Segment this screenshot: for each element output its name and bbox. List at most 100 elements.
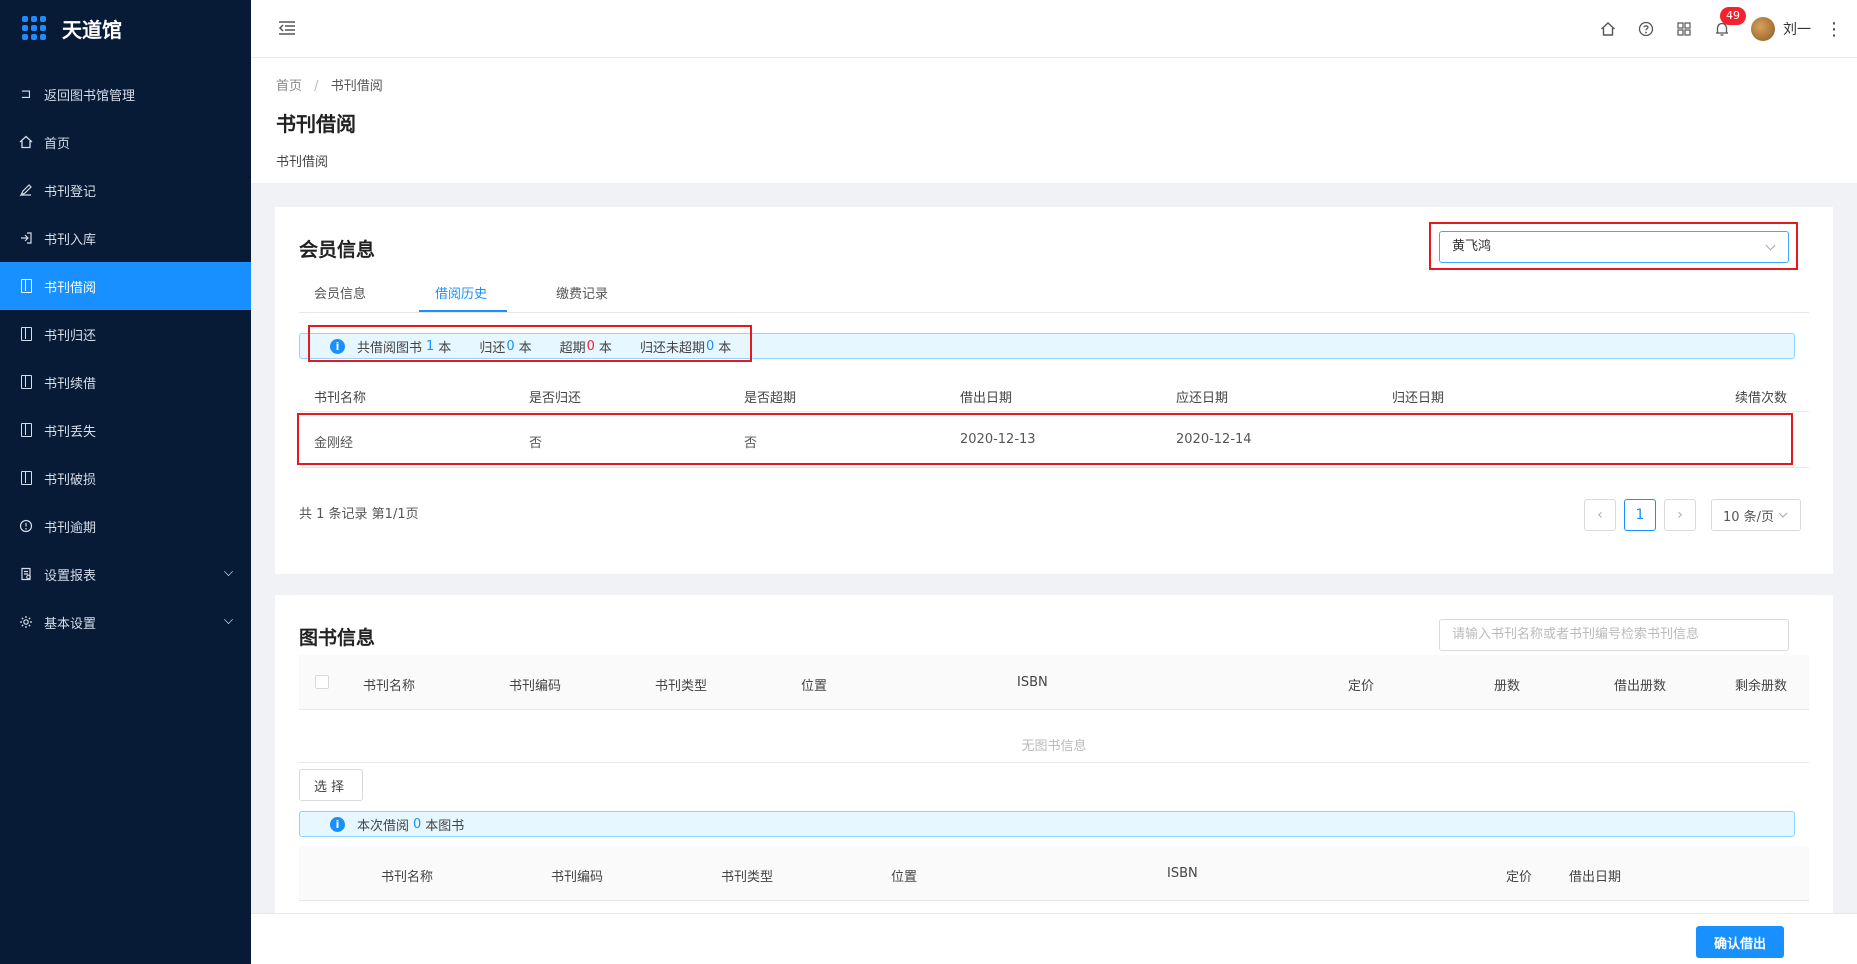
breadcrumb-separator: / bbox=[314, 79, 319, 94]
column-header: ISBN bbox=[1017, 675, 1048, 690]
sidebar-item-register[interactable]: 书刊登记 bbox=[0, 166, 251, 214]
column-header: 归还日期 bbox=[1392, 391, 1445, 406]
tab-member-info[interactable]: 会员信息 bbox=[314, 283, 366, 302]
more-vertical-icon[interactable]: ⋮ bbox=[1825, 19, 1843, 40]
next-page-button[interactable]: › bbox=[1664, 499, 1696, 531]
sidebar-item-label: 书刊续借 bbox=[44, 376, 97, 392]
sidebar-item-label: 返回图书馆管理 bbox=[44, 88, 136, 104]
prev-page-button[interactable]: ‹ bbox=[1584, 499, 1616, 531]
sidebar-item-return[interactable]: 书刊归还 bbox=[0, 310, 251, 358]
sidebar-item-label: 书刊逾期 bbox=[44, 520, 97, 536]
borrow-info-count: 0 bbox=[413, 816, 422, 832]
collapse-menu-icon[interactable] bbox=[277, 18, 297, 38]
breadcrumb-current: 书刊借阅 bbox=[330, 79, 383, 94]
document-icon bbox=[18, 422, 34, 438]
sidebar-item-label: 首页 bbox=[44, 136, 71, 152]
book-info-card: 图书信息 请输入书刊名称或者书刊编号检索书刊信息 书刊名称 书刊编码 书刊类型 … bbox=[275, 595, 1833, 964]
column-header: 书刊名称 bbox=[314, 391, 367, 406]
home-icon[interactable] bbox=[1589, 10, 1627, 48]
book-search-input[interactable]: 请输入书刊名称或者书刊编号检索书刊信息 bbox=[1439, 619, 1789, 651]
document-icon bbox=[18, 374, 34, 390]
report-icon bbox=[18, 566, 34, 582]
pen-icon bbox=[18, 182, 34, 198]
sidebar-item-label: 基本设置 bbox=[44, 616, 97, 632]
page-size-select[interactable]: 10 条/页 bbox=[1711, 499, 1801, 531]
sidebar-item-report-settings[interactable]: 设置报表 bbox=[0, 550, 251, 598]
column-header: 借出册数 bbox=[1614, 679, 1667, 694]
sidebar-item-damaged[interactable]: 书刊破损 bbox=[0, 454, 251, 502]
breadcrumb-home[interactable]: 首页 bbox=[276, 79, 302, 94]
select-all-checkbox[interactable] bbox=[315, 675, 329, 689]
page-header: 首页 / 书刊借阅 书刊借阅 书刊借阅 bbox=[251, 58, 1857, 183]
column-header: 书刊名称 bbox=[381, 870, 434, 885]
member-section-title: 会员信息 bbox=[299, 239, 376, 261]
import-icon bbox=[18, 230, 34, 246]
logo[interactable]: 天道馆 bbox=[0, 0, 251, 56]
column-header: 位置 bbox=[801, 679, 828, 694]
sidebar-item-home[interactable]: 首页 bbox=[0, 118, 251, 166]
return-icon: ⊐ bbox=[20, 86, 32, 102]
apps-grid-icon bbox=[22, 16, 46, 40]
column-header: 书刊名称 bbox=[363, 679, 416, 694]
current-borrow-alert: i 本次借阅 0 本图书 bbox=[299, 811, 1795, 837]
annotation-box bbox=[297, 413, 1793, 465]
user-name[interactable]: 刘一 bbox=[1783, 19, 1811, 39]
sidebar-menu: ⊐ 返回图书馆管理 首页 书刊登记 书刊入库 书刊借阅 书刊归还 书刊续借 书刊… bbox=[0, 70, 251, 646]
column-header: 书刊类型 bbox=[655, 679, 708, 694]
sidebar-item-basic-settings[interactable]: 基本设置 bbox=[0, 598, 251, 646]
sidebar-item-borrow[interactable]: 书刊借阅 bbox=[0, 262, 251, 310]
column-header: 定价 bbox=[1348, 679, 1375, 694]
column-header: 书刊编码 bbox=[551, 870, 604, 885]
column-header: 借出日期 bbox=[960, 391, 1013, 406]
chevron-down-icon bbox=[1765, 240, 1776, 251]
column-header: 剩余册数 bbox=[1735, 679, 1788, 694]
avatar[interactable] bbox=[1751, 17, 1775, 41]
info-icon: i bbox=[330, 816, 345, 832]
sidebar-item-label: 书刊入库 bbox=[44, 232, 97, 248]
tab-payment-records[interactable]: 缴费记录 bbox=[556, 283, 608, 302]
borrow-info-prefix: 本次借阅 bbox=[357, 818, 410, 834]
member-select[interactable]: 黄飞鸿 bbox=[1439, 231, 1789, 263]
sidebar-item-label: 书刊归还 bbox=[44, 328, 97, 344]
settings-icon bbox=[18, 614, 34, 630]
column-header: 定价 bbox=[1506, 870, 1533, 885]
confirm-borrow-button[interactable]: 确认借出 bbox=[1696, 926, 1784, 958]
document-icon bbox=[18, 278, 34, 294]
tab-borrow-history[interactable]: 借阅历史 bbox=[435, 283, 487, 302]
sidebar-item-return-library[interactable]: ⊐ 返回图书馆管理 bbox=[0, 70, 251, 118]
column-header: 应还日期 bbox=[1176, 391, 1229, 406]
footer-bar: 确认借出 bbox=[251, 913, 1857, 964]
sidebar-item-overdue[interactable]: 书刊逾期 bbox=[0, 502, 251, 550]
borrow-info-suffix: 本图书 bbox=[425, 818, 465, 834]
member-select-value: 黄飞鸿 bbox=[1452, 239, 1492, 254]
column-header: 借出日期 bbox=[1569, 870, 1622, 885]
column-header: 书刊类型 bbox=[721, 870, 774, 885]
history-table-header: 书刊名称 是否归还 是否超期 借出日期 应还日期 归还日期 续借次数 bbox=[299, 357, 1809, 412]
sidebar: 天道馆 ⊐ 返回图书馆管理 首页 书刊登记 书刊入库 书刊借阅 书刊归还 书刊续… bbox=[0, 0, 251, 964]
notification-bell-icon[interactable]: 49 bbox=[1703, 7, 1746, 48]
breadcrumb: 首页 / 书刊借阅 bbox=[276, 75, 1857, 94]
app-name: 天道馆 bbox=[62, 17, 122, 42]
borrow-table-header: 书刊名称 书刊编码 书刊类型 位置 ISBN 定价 借出日期 bbox=[299, 846, 1809, 901]
chevron-down-icon bbox=[224, 615, 233, 624]
member-info-card: 会员信息 黄飞鸿 会员信息 借阅历史 缴费记录 i 共借阅图书 1 本 归还 0… bbox=[275, 207, 1833, 574]
book-section-title: 图书信息 bbox=[299, 627, 376, 649]
column-header: 位置 bbox=[891, 870, 918, 885]
chevron-down-icon bbox=[1778, 512, 1788, 518]
document-icon bbox=[18, 326, 34, 342]
help-icon[interactable] bbox=[1627, 10, 1665, 48]
sidebar-item-label: 书刊丢失 bbox=[44, 424, 97, 440]
column-header: 是否归还 bbox=[529, 391, 582, 406]
page-size-value: 10 条/页 bbox=[1723, 509, 1775, 525]
column-header: 书刊编码 bbox=[509, 679, 562, 694]
grid-icon[interactable] bbox=[1665, 10, 1703, 48]
sidebar-item-renew[interactable]: 书刊续借 bbox=[0, 358, 251, 406]
page-number-button[interactable]: 1 bbox=[1624, 499, 1656, 531]
chevron-down-icon bbox=[224, 567, 233, 576]
select-book-button[interactable]: 选择 bbox=[299, 769, 363, 801]
empty-state-text: 无图书信息 bbox=[1021, 739, 1087, 754]
sidebar-item-stock-in[interactable]: 书刊入库 bbox=[0, 214, 251, 262]
sidebar-item-label: 书刊登记 bbox=[44, 184, 97, 200]
sidebar-item-lost[interactable]: 书刊丢失 bbox=[0, 406, 251, 454]
sidebar-item-label: 设置报表 bbox=[44, 568, 97, 584]
